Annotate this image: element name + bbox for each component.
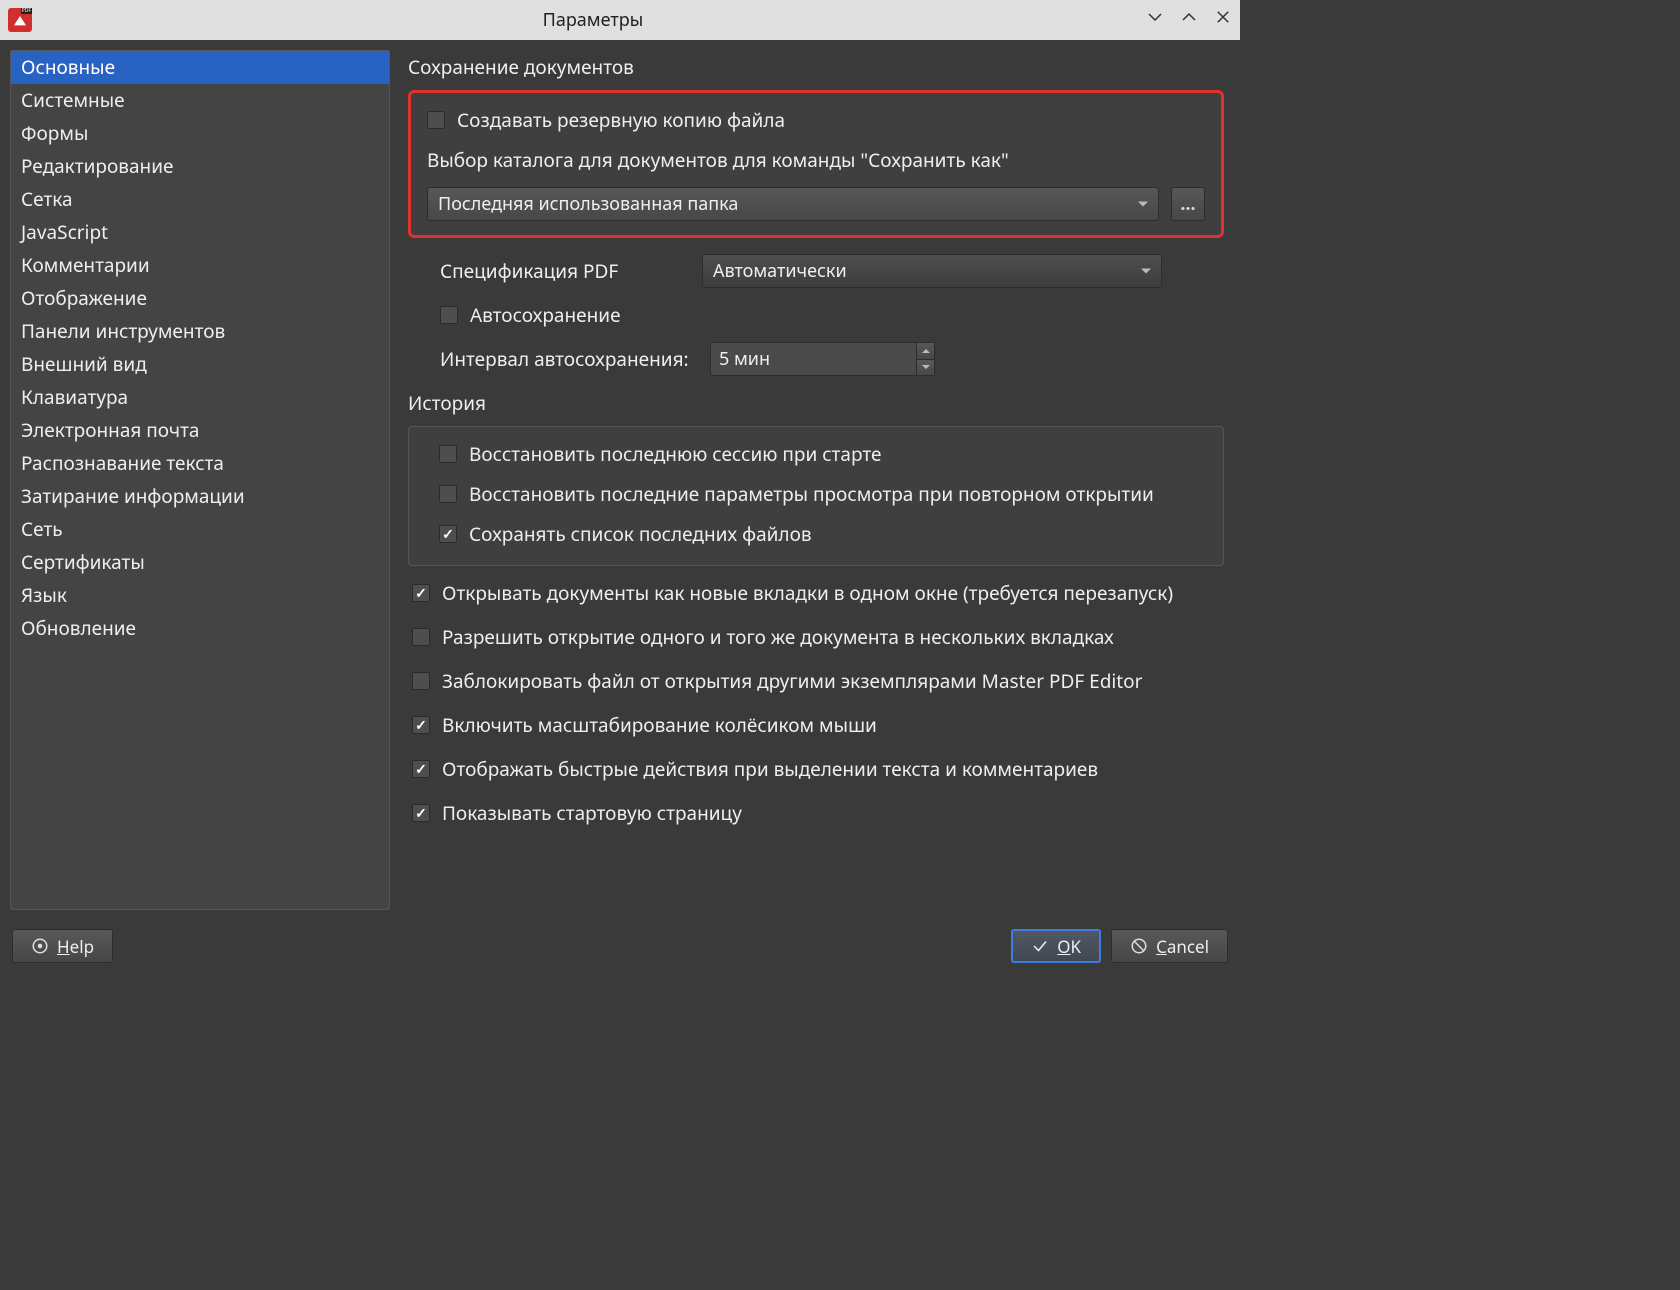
spin-up-button[interactable] (917, 343, 934, 360)
sidebar-item-12[interactable]: Распознавание текста (11, 447, 389, 480)
chevron-down-icon (1138, 202, 1148, 207)
sidebar-item-10[interactable]: Клавиатура (11, 381, 389, 414)
titlebar: PDF Параметры (0, 0, 1240, 40)
help-icon (31, 937, 49, 955)
label-interval: Интервал автосохранения: (440, 346, 698, 372)
general-options-list: Открывать документы как новые вкладки в … (408, 580, 1224, 826)
option-checkbox-5[interactable] (412, 804, 430, 822)
option-label-2: Заблокировать файл от открытия другими э… (442, 668, 1143, 694)
label-autosave: Автосохранение (470, 302, 621, 328)
sidebar-item-1[interactable]: Системные (11, 84, 389, 117)
sidebar-item-0[interactable]: Основные (11, 51, 389, 84)
cancel-button[interactable]: Cancel (1111, 929, 1228, 963)
group-title-save: Сохранение документов (408, 54, 1224, 80)
spin-down-button[interactable] (917, 360, 934, 376)
combo-pdf-spec-value: Автоматически (713, 259, 847, 283)
option-row-3: Включить масштабирование колёсиком мыши (412, 712, 1224, 738)
sidebar-item-13[interactable]: Затирание информации (11, 480, 389, 513)
maximize-icon[interactable] (1180, 8, 1198, 32)
label-folder-choice: Выбор каталога для документов для команд… (427, 147, 1009, 173)
option-label-5: Показывать стартовую страницу (442, 800, 742, 826)
dialog-button-bar: Help OK Cancel (0, 920, 1240, 976)
sidebar-item-8[interactable]: Панели инструментов (11, 315, 389, 348)
sidebar-item-16[interactable]: Язык (11, 579, 389, 612)
check-icon (1031, 937, 1049, 955)
save-options-panel: Спецификация PDF Автоматически Автосохра… (408, 254, 1224, 376)
history-panel: Восстановить последнюю сессию при старте… (408, 426, 1224, 566)
ok-button-label: OK (1057, 935, 1081, 958)
sidebar-item-4[interactable]: Сетка (11, 183, 389, 216)
sidebar-item-5[interactable]: JavaScript (11, 216, 389, 249)
label-restore-view: Восстановить последние параметры просмот… (469, 481, 1154, 507)
sidebar-item-3[interactable]: Редактирование (11, 150, 389, 183)
option-row-2: Заблокировать файл от открытия другими э… (412, 668, 1224, 694)
option-checkbox-2[interactable] (412, 672, 430, 690)
combo-pdf-spec[interactable]: Автоматически (702, 254, 1162, 288)
sidebar-item-9[interactable]: Внешний вид (11, 348, 389, 381)
category-sidebar: ОсновныеСистемныеФормыРедактированиеСетк… (10, 50, 390, 910)
option-checkbox-3[interactable] (412, 716, 430, 734)
settings-content: Сохранение документов Создавать резервну… (408, 50, 1230, 910)
option-checkbox-1[interactable] (412, 628, 430, 646)
sidebar-item-11[interactable]: Электронная почта (11, 414, 389, 447)
checkbox-backup[interactable] (427, 111, 445, 129)
chevron-down-icon (1141, 269, 1151, 274)
label-pdf-spec: Спецификация PDF (440, 258, 690, 284)
sidebar-item-17[interactable]: Обновление (11, 612, 389, 645)
option-row-1: Разрешить открытие одного и того же доку… (412, 624, 1224, 650)
label-keep-recent: Сохранять список последних файлов (469, 521, 812, 547)
help-button-label: Help (57, 935, 94, 958)
checkbox-keep-recent[interactable] (439, 525, 457, 543)
sidebar-item-6[interactable]: Комментарии (11, 249, 389, 282)
browse-button[interactable]: ... (1171, 187, 1205, 221)
combo-save-folder-value: Последняя использованная папка (438, 192, 738, 216)
combo-save-folder[interactable]: Последняя использованная папка (427, 187, 1159, 221)
dialog-body: ОсновныеСистемныеФормыРедактированиеСетк… (0, 40, 1240, 920)
sidebar-item-7[interactable]: Отображение (11, 282, 389, 315)
browse-button-label: ... (1180, 192, 1195, 216)
group-title-history: История (408, 390, 1224, 416)
option-row-4: Отображать быстрые действия при выделени… (412, 756, 1224, 782)
cancel-icon (1130, 937, 1148, 955)
ok-button[interactable]: OK (1011, 929, 1101, 963)
option-checkbox-4[interactable] (412, 760, 430, 778)
cancel-button-label: Cancel (1156, 935, 1209, 958)
option-label-3: Включить масштабирование колёсиком мыши (442, 712, 877, 738)
sidebar-item-2[interactable]: Формы (11, 117, 389, 150)
spinbox-interval-value: 5 мин (719, 347, 770, 371)
option-label-4: Отображать быстрые действия при выделени… (442, 756, 1098, 782)
app-logo-icon (12, 12, 28, 28)
checkbox-restore-view[interactable] (439, 485, 457, 503)
checkbox-autosave[interactable] (440, 306, 458, 324)
option-row-0: Открывать документы как новые вкладки в … (412, 580, 1224, 606)
save-folder-panel: Создавать резервную копию файла Выбор ка… (408, 90, 1224, 238)
label-backup: Создавать резервную копию файла (457, 107, 785, 133)
checkbox-restore-session[interactable] (439, 445, 457, 463)
help-button[interactable]: Help (12, 929, 113, 963)
option-row-5: Показывать стартовую страницу (412, 800, 1224, 826)
sidebar-item-15[interactable]: Сертификаты (11, 546, 389, 579)
option-label-1: Разрешить открытие одного и того же доку… (442, 624, 1114, 650)
app-icon: PDF (8, 8, 32, 32)
label-restore-session: Восстановить последнюю сессию при старте (469, 441, 881, 467)
minimize-icon[interactable] (1146, 8, 1164, 32)
sidebar-item-14[interactable]: Сеть (11, 513, 389, 546)
option-label-0: Открывать документы как новые вкладки в … (442, 580, 1173, 606)
window-title: Параметры (40, 8, 1146, 32)
option-checkbox-0[interactable] (412, 584, 430, 602)
close-icon[interactable] (1214, 8, 1232, 32)
spinbox-interval[interactable]: 5 мин (710, 342, 935, 376)
